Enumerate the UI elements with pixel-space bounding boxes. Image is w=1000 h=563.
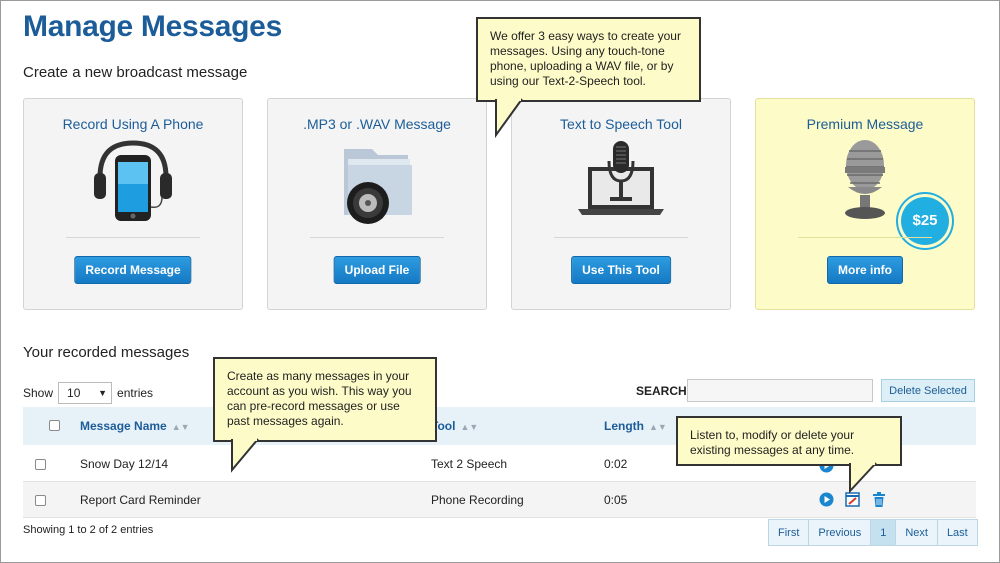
card-record-phone: Record Using A Phone Record Message <box>23 98 243 310</box>
upload-file-button[interactable]: Upload File <box>333 256 421 284</box>
search-input[interactable] <box>687 379 873 402</box>
pager-first[interactable]: First <box>768 519 810 546</box>
card-title: Text to Speech Tool <box>560 116 682 132</box>
message-tool: Phone Recording <box>431 493 524 507</box>
card-divider <box>798 237 932 238</box>
chevron-down-icon: ▼ <box>98 388 108 398</box>
callout-listen: Listen to, modify or delete your existin… <box>676 416 902 466</box>
entries-control: Show 10 ▼ entries <box>23 382 153 404</box>
table-info: Showing 1 to 2 of 2 entries <box>23 524 154 536</box>
recorded-heading: Your recorded messages <box>23 344 190 361</box>
phone-headphones-icon <box>94 140 172 221</box>
search-label: SEARCH: <box>636 384 691 398</box>
column-header-length[interactable]: Length ▲▼ <box>604 419 667 433</box>
audio-folder-icon <box>344 149 412 224</box>
card-divider <box>554 237 688 238</box>
pager-page-1[interactable]: 1 <box>870 519 897 546</box>
column-header-tool[interactable]: Tool ▲▼ <box>431 419 478 433</box>
select-all-checkbox[interactable] <box>49 420 60 431</box>
card-title: Premium Message <box>806 116 924 132</box>
card-premium-message: Premium Message $25 More info <box>755 98 975 310</box>
create-heading: Create a new broadcast message <box>23 64 248 81</box>
message-name: Snow Day 12/14 <box>80 457 169 471</box>
callout-tail <box>231 437 259 473</box>
sort-icon: ▲▼ <box>171 422 190 432</box>
more-info-button[interactable]: More info <box>827 256 903 284</box>
entries-select[interactable]: 10 ▼ <box>58 382 113 404</box>
table-row: Report Card Reminder Phone Recording 0:0… <box>23 482 976 518</box>
delete-selected-button[interactable]: Delete Selected <box>881 379 975 402</box>
callout-create: Create as many messages in your account … <box>213 357 437 442</box>
entries-value: 10 <box>67 386 81 400</box>
column-header-message-name[interactable]: Message Name ▲▼ <box>80 419 190 433</box>
page-title: Manage Messages <box>23 10 282 43</box>
row-checkbox[interactable] <box>35 459 46 470</box>
sort-icon: ▲▼ <box>460 422 479 432</box>
pager-last[interactable]: Last <box>936 519 978 546</box>
sort-icon: ▲▼ <box>649 422 667 432</box>
show-label: Show <box>23 386 54 400</box>
pagination: First Previous 1 Next Last <box>768 519 978 546</box>
callout-tail <box>495 97 523 139</box>
use-this-tool-button[interactable]: Use This Tool <box>571 256 671 284</box>
pager-next[interactable]: Next <box>895 519 938 546</box>
pager-previous[interactable]: Previous <box>808 519 872 546</box>
card-title: Record Using A Phone <box>62 116 204 132</box>
play-icon[interactable] <box>819 492 834 507</box>
entries-label: entries <box>117 386 154 400</box>
message-length: 0:02 <box>604 457 628 471</box>
callout-ways: We offer 3 easy ways to create your mess… <box>476 17 701 102</box>
message-tool: Text 2 Speech <box>431 457 508 471</box>
laptop-microphone-icon <box>578 141 664 215</box>
message-length: 0:05 <box>604 493 628 507</box>
card-divider <box>66 237 200 238</box>
card-text-to-speech: Text to Speech Tool Use This Tool <box>511 98 731 310</box>
card-upload-file: .MP3 or .WAV Message Upload File <box>267 98 487 310</box>
card-title: .MP3 or .WAV Message <box>303 116 451 132</box>
record-message-button[interactable]: Record Message <box>74 256 192 284</box>
row-checkbox[interactable] <box>35 495 46 506</box>
message-name: Report Card Reminder <box>80 493 201 507</box>
callout-tail <box>849 461 877 494</box>
card-divider <box>310 237 444 238</box>
